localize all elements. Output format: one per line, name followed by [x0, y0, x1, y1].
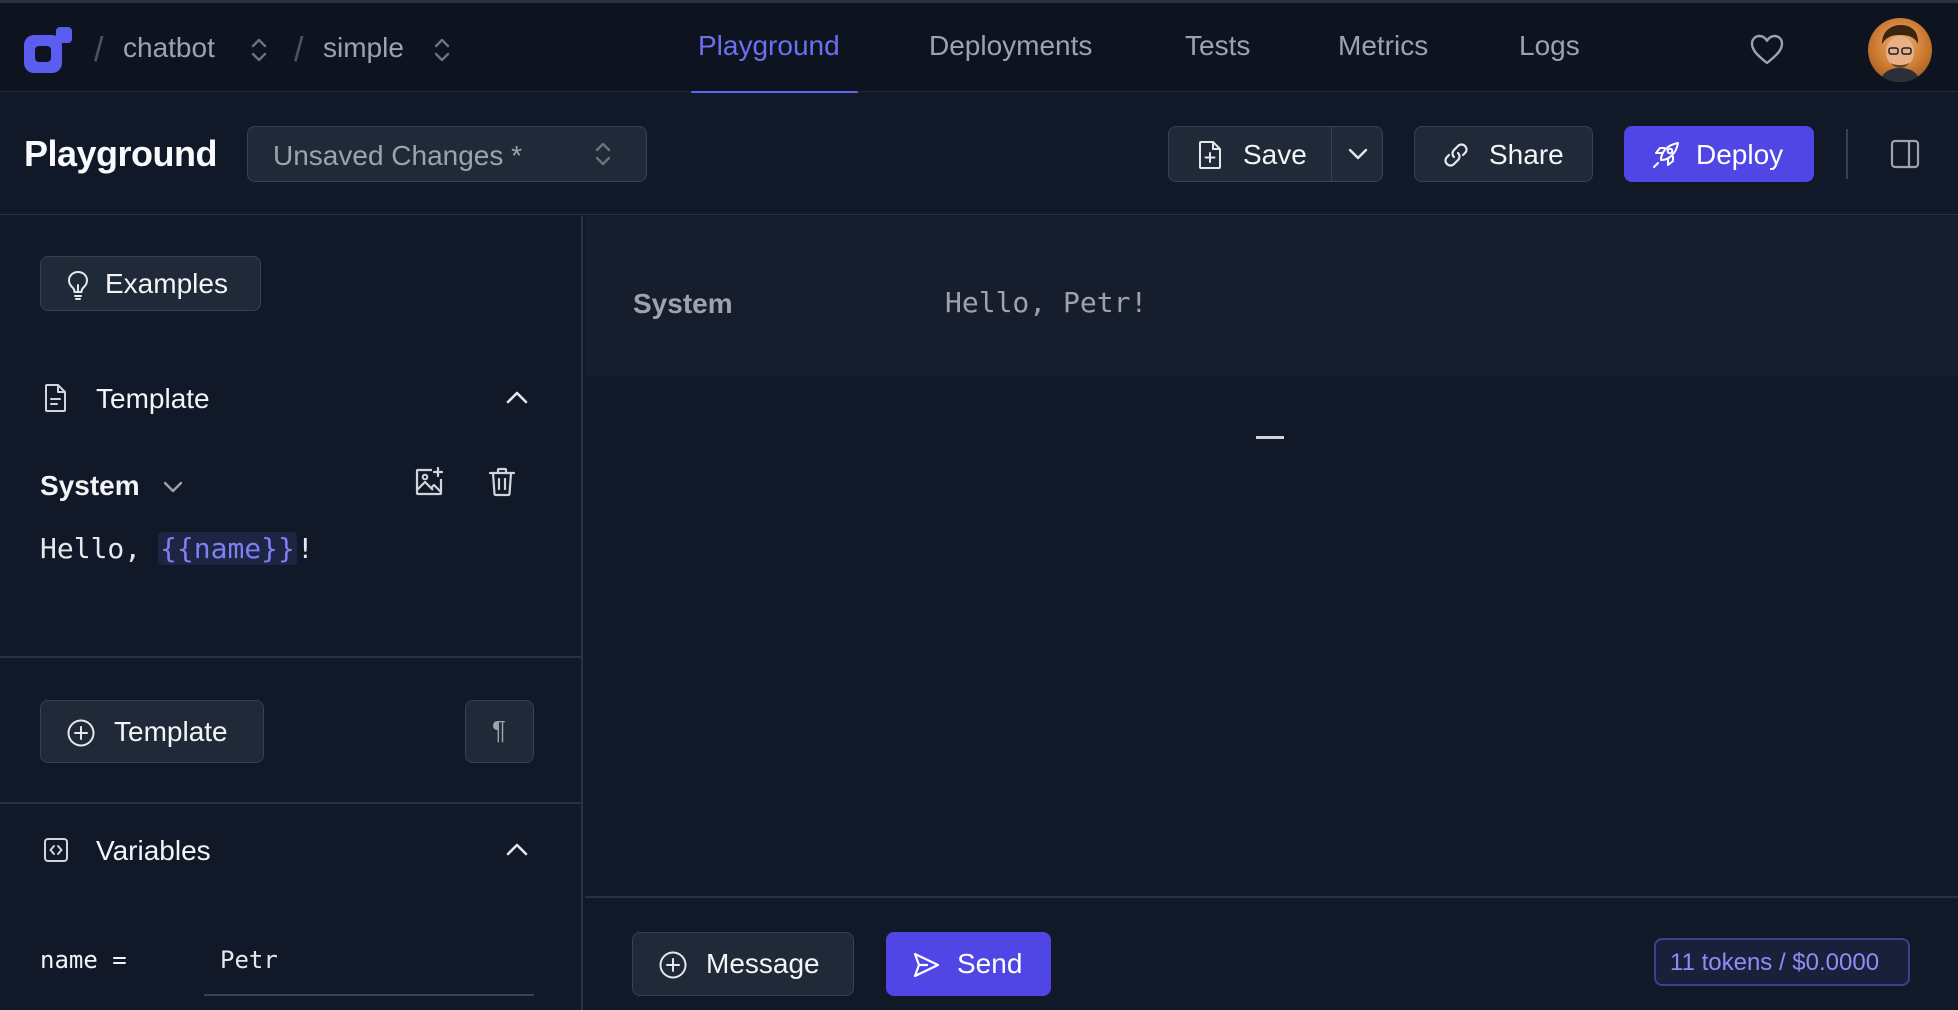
deploy-label: Deploy — [1696, 139, 1784, 170]
share-button[interactable]: Share — [1414, 126, 1593, 182]
version-select[interactable]: Unsaved Changes * — [247, 126, 647, 182]
heart-icon[interactable] — [1749, 33, 1785, 67]
chat-actions-bar: Message Send 11 tokens / $0.0000 — [585, 896, 1958, 1010]
message-content: Hello, Petr! — [945, 286, 1148, 319]
version-select-label: Unsaved Changes * — [273, 140, 523, 171]
divider — [1846, 129, 1848, 179]
left-panel: Examples Template System Hello, {{name}}… — [0, 216, 583, 1010]
chevron-up-icon — [506, 391, 528, 404]
token-count-badge: 11 tokens / $0.0000 — [1654, 938, 1910, 986]
add-template-label: Template — [114, 716, 228, 747]
tab-metrics[interactable]: Metrics — [1338, 30, 1428, 62]
variable-value-input[interactable]: Petr — [204, 930, 534, 996]
output-panel: System Hello, Petr! Message Send 11 toke… — [585, 216, 1958, 1010]
send-icon — [913, 952, 940, 978]
chevron-updown-icon[interactable] — [248, 35, 270, 65]
page-title: Playground — [24, 133, 218, 174]
logo-icon[interactable] — [22, 25, 74, 77]
breadcrumb-project[interactable]: chatbot — [123, 32, 215, 64]
template-editor[interactable]: Hello, {{name}}! — [40, 532, 314, 565]
rocket-icon — [1653, 142, 1679, 168]
link-icon — [1444, 143, 1468, 167]
sidebar-icon[interactable] — [1889, 138, 1921, 170]
file-plus-icon — [1199, 141, 1221, 169]
chevron-down-icon[interactable] — [162, 480, 184, 494]
pilcrow-icon: ¶ — [492, 715, 506, 745]
plus-circle-icon — [67, 719, 95, 747]
variable-row: name = Petr — [40, 930, 534, 1000]
tab-deployments[interactable]: Deployments — [929, 30, 1092, 62]
message-role: System — [633, 288, 733, 319]
token-count: 11 tokens / $0.0000 — [1670, 949, 1880, 976]
pilcrow-button[interactable]: ¶ — [465, 700, 534, 763]
variable-value: Petr — [220, 946, 278, 974]
tab-playground[interactable]: Playground — [698, 30, 840, 62]
variable-key: name = — [40, 946, 127, 974]
breadcrumb-prompt[interactable]: simple — [323, 32, 404, 64]
divider — [0, 656, 583, 658]
add-template-button[interactable]: Template — [40, 700, 264, 763]
save-options-button[interactable] — [1331, 126, 1383, 182]
divider — [0, 802, 583, 804]
chevron-updown-icon[interactable] — [431, 35, 453, 65]
chevron-updown-icon — [595, 142, 611, 166]
trash-icon[interactable] — [487, 466, 517, 498]
add-message-button[interactable]: Message — [632, 932, 854, 996]
breadcrumb-separator: / — [294, 31, 304, 69]
template-text-prefix: Hello, — [40, 532, 159, 565]
chevron-down-icon — [1348, 148, 1368, 160]
page-header: Playground Unsaved Changes * Save Share — [0, 93, 1958, 215]
examples-button[interactable]: Examples — [40, 256, 261, 311]
send-button[interactable]: Send — [886, 932, 1051, 996]
lightbulb-icon — [68, 271, 88, 300]
save-button[interactable]: Save — [1168, 126, 1332, 182]
message-role-label[interactable]: System — [40, 470, 140, 502]
image-plus-icon[interactable] — [413, 466, 445, 498]
template-variable: {{name}} — [158, 532, 297, 565]
examples-label: Examples — [105, 268, 228, 299]
tab-logs[interactable]: Logs — [1519, 30, 1580, 62]
variables-section-header[interactable]: Variables — [0, 823, 583, 873]
message-row: System Hello, Petr! — [585, 216, 1958, 376]
send-label: Send — [957, 948, 1023, 979]
message-role-row: System — [40, 466, 540, 506]
plus-circle-icon — [659, 951, 687, 979]
avatar[interactable] — [1868, 18, 1932, 82]
variables-section-label: Variables — [96, 835, 211, 866]
chevron-up-icon — [506, 843, 528, 856]
deploy-button[interactable]: Deploy — [1624, 126, 1814, 182]
template-text-suffix: ! — [296, 532, 314, 565]
template-section-header[interactable]: Template — [0, 371, 583, 421]
top-nav: / chatbot / simple Playground Deployment… — [0, 0, 1958, 95]
tab-tests[interactable]: Tests — [1185, 30, 1250, 62]
template-section-label: Template — [96, 383, 210, 414]
share-label: Share — [1489, 139, 1564, 170]
breadcrumb-separator: / — [94, 31, 104, 69]
loading-cursor — [1256, 436, 1284, 439]
save-label: Save — [1243, 139, 1307, 170]
code-icon — [44, 838, 68, 862]
add-message-label: Message — [706, 948, 820, 979]
document-icon — [45, 384, 66, 412]
